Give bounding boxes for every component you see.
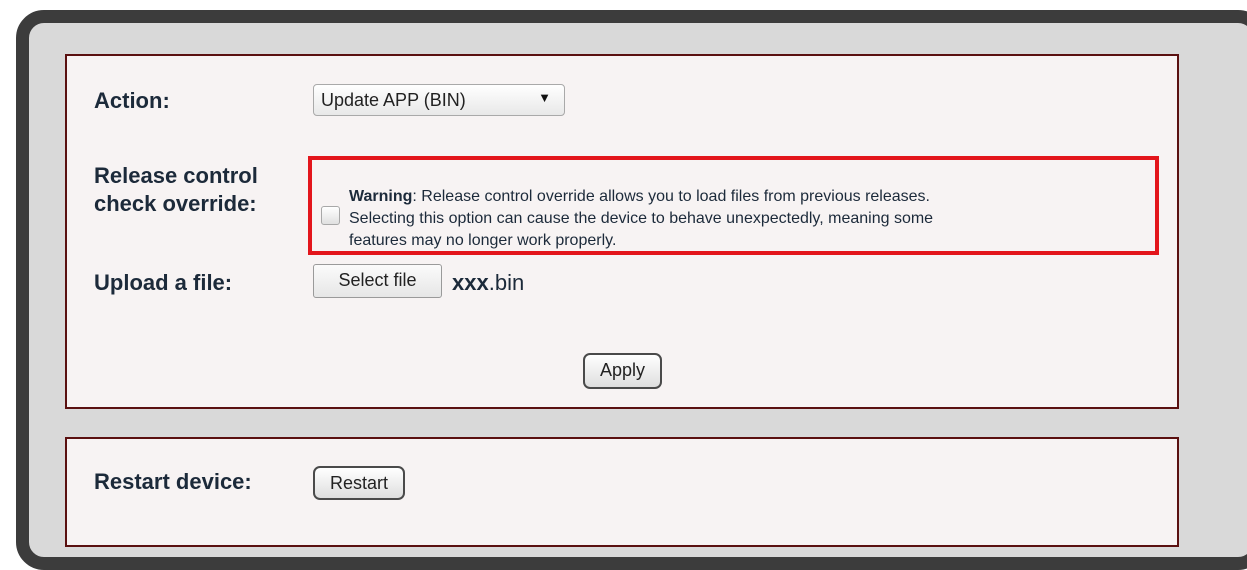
override-checkbox[interactable] <box>321 206 340 225</box>
warning-title: Warning <box>349 188 413 205</box>
action-select-value: Update APP (BIN) <box>321 90 466 110</box>
restart-button[interactable]: Restart <box>313 466 405 500</box>
apply-button[interactable]: Apply <box>583 353 662 389</box>
warning-text: Warning: Release control override allows… <box>349 186 1149 252</box>
warning-line-1-text: : Release control override allows you to… <box>412 188 930 205</box>
warning-line-2: Selecting this option can cause the devi… <box>349 210 934 227</box>
override-label: Release control check override: <box>94 162 258 218</box>
warning-line-3: features may no longer work properly. <box>349 232 617 249</box>
restart-panel: Restart device: Restart <box>65 437 1179 547</box>
action-select[interactable]: Update APP (BIN) ▼ <box>313 84 565 116</box>
update-panel: Action: Update APP (BIN) ▼ Release contr… <box>65 54 1179 409</box>
warning-highlight-box: Warning: Release control override allows… <box>308 156 1159 255</box>
override-label-line2: check override: <box>94 191 257 216</box>
file-name-ext: .bin <box>488 270 525 295</box>
action-label: Action: <box>94 88 170 113</box>
override-label-line1: Release control <box>94 163 258 188</box>
dropdown-arrow-icon: ▼ <box>538 90 551 105</box>
file-name-base: xxx <box>452 270 489 295</box>
upload-label: Upload a file: <box>94 270 233 295</box>
selected-file-name: xxx.bin <box>452 270 524 296</box>
restart-label: Restart device: <box>94 469 252 494</box>
select-file-button[interactable]: Select file <box>313 264 442 298</box>
warning-line-1: Warning: Release control override allows… <box>349 186 1149 208</box>
